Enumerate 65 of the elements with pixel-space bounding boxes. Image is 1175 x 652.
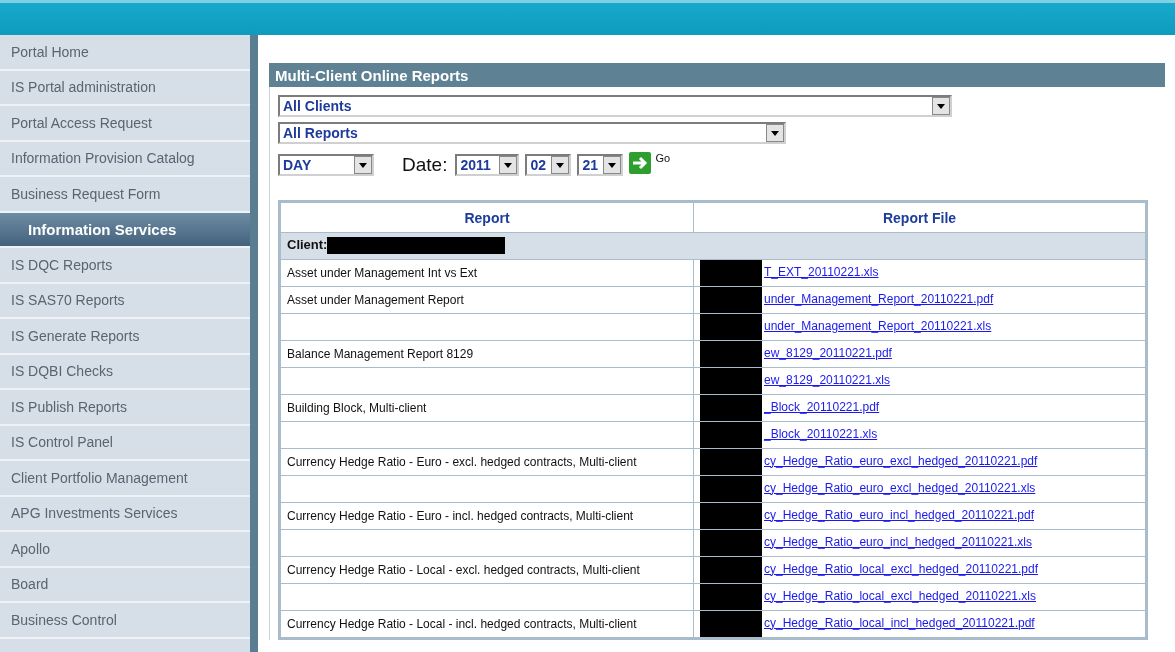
report-file-link[interactable]: under_Management_Report_20110221.pdf (764, 291, 994, 306)
redaction-bar (700, 367, 762, 394)
redaction-bar (700, 313, 762, 340)
report-file-link[interactable]: under_Management_Report_20110221.xls (764, 318, 992, 333)
sidebar-item[interactable]: Business Control (0, 603, 250, 639)
redaction-bar (700, 610, 762, 637)
arrow-right-icon (629, 152, 652, 174)
report-file-link[interactable]: _Block_20110221.pdf (764, 399, 880, 414)
sidebar-item[interactable]: Board (0, 567, 250, 603)
table-cell: Building Block, Multi-client (280, 394, 694, 421)
report-file-link[interactable]: cy_Hedge_Ratio_local_incl_hedged_20110221.pdf (764, 615, 1035, 630)
table-cell: Asset under Management Report (280, 286, 694, 313)
table-cell: Balance Management Report 8129 (280, 340, 694, 367)
sidebar-item[interactable]: IS SAS70 Reports (0, 283, 250, 319)
table-cell: Currency Hedge Ratio - Local - incl. hedged contracts, Multi-client (280, 610, 694, 637)
sidebar-item[interactable]: Apollo (0, 532, 250, 568)
report-select[interactable]: All Reports (278, 122, 786, 144)
sidebar-item[interactable]: IS DQC Reports (0, 248, 250, 284)
report-file-link[interactable]: ew_8129_20110221.pdf (764, 345, 892, 360)
table-cell: Currency Hedge Ratio - Euro - excl. hedged contracts, Multi-client (280, 448, 694, 475)
sidebar-item[interactable]: IS DQBI Checks (0, 354, 250, 390)
redaction-bar (700, 394, 762, 421)
sidebar-item[interactable]: IS Control Panel (0, 425, 250, 461)
column-header: Report (280, 202, 694, 233)
column-header: Report File (693, 202, 1146, 233)
panel-title: Multi-Client Online Reports (269, 63, 1165, 87)
month-select[interactable]: 02 (525, 154, 572, 176)
report-file-link[interactable]: cy_Hedge_Ratio_euro_incl_hedged_20110221.xls (764, 534, 1032, 549)
table-cell: Currency Hedge Ratio - Local - excl. hedged contracts, Multi-client (280, 556, 694, 583)
table-cell: Asset under Management Int vs Ext (280, 259, 694, 286)
table-cell: Currency Hedge Ratio - Euro - incl. hedged contracts, Multi-client (280, 502, 694, 529)
report-file-link[interactable]: cy_Hedge_Ratio_euro_incl_hedged_20110221.pdf (764, 507, 1034, 522)
redaction-bar (700, 259, 762, 286)
redaction-bar (700, 340, 762, 367)
report-file-link[interactable]: cy_Hedge_Ratio_local_excl_hedged_20110221.xls (764, 588, 1036, 603)
sidebar-item[interactable]: Information Provision Catalog (0, 141, 250, 177)
redaction-bar (700, 475, 762, 502)
sidebar-item[interactable]: APG Investments Services (0, 496, 250, 532)
year-select[interactable]: 2011 (455, 154, 520, 176)
client-select[interactable]: All Clients (278, 95, 952, 117)
redaction-bar (700, 502, 762, 529)
report-file-link[interactable]: cy_Hedge_Ratio_local_excl_hedged_20110221.pdf (764, 561, 1038, 576)
redaction-bar (700, 556, 762, 583)
sidebar-item[interactable]: IS Portal administration (0, 70, 250, 106)
report-file-link[interactable]: cy_Hedge_Ratio_euro_excl_hedged_20110221.xls (764, 480, 1036, 495)
sidebar-item[interactable]: Portal Home (0, 35, 250, 71)
sidebar-item[interactable]: IS Publish Reports (0, 390, 250, 426)
redaction-bar (700, 583, 762, 610)
date-label: Date: (402, 154, 448, 176)
period-select[interactable]: DAY (278, 154, 374, 176)
sidebar-item[interactable]: Client Portfolio Management (0, 461, 250, 497)
report-file-link[interactable]: _Block_20110221.xls (764, 426, 878, 441)
report-file-link[interactable]: ew_8129_20110221.xls (764, 372, 890, 387)
redaction-bar (700, 286, 762, 313)
sidebar-item[interactable]: Portal Access Request (0, 106, 250, 142)
redaction-bar (700, 529, 762, 556)
go-button[interactable]: Go (629, 152, 671, 174)
client-group-row: Client: (280, 232, 1146, 259)
sidebar-item[interactable]: IS Generate Reports (0, 319, 250, 355)
report-file-link[interactable]: cy_Hedge_Ratio_euro_excl_hedged_20110221.pdf (764, 453, 1038, 468)
redaction-bar (700, 448, 762, 475)
redaction-bar (700, 421, 762, 448)
sidebar-section-header: Information Services (0, 212, 250, 248)
day-of-month-select[interactable]: 21 (577, 154, 624, 176)
report-file-link[interactable]: T_EXT_20110221.xls (764, 264, 879, 279)
